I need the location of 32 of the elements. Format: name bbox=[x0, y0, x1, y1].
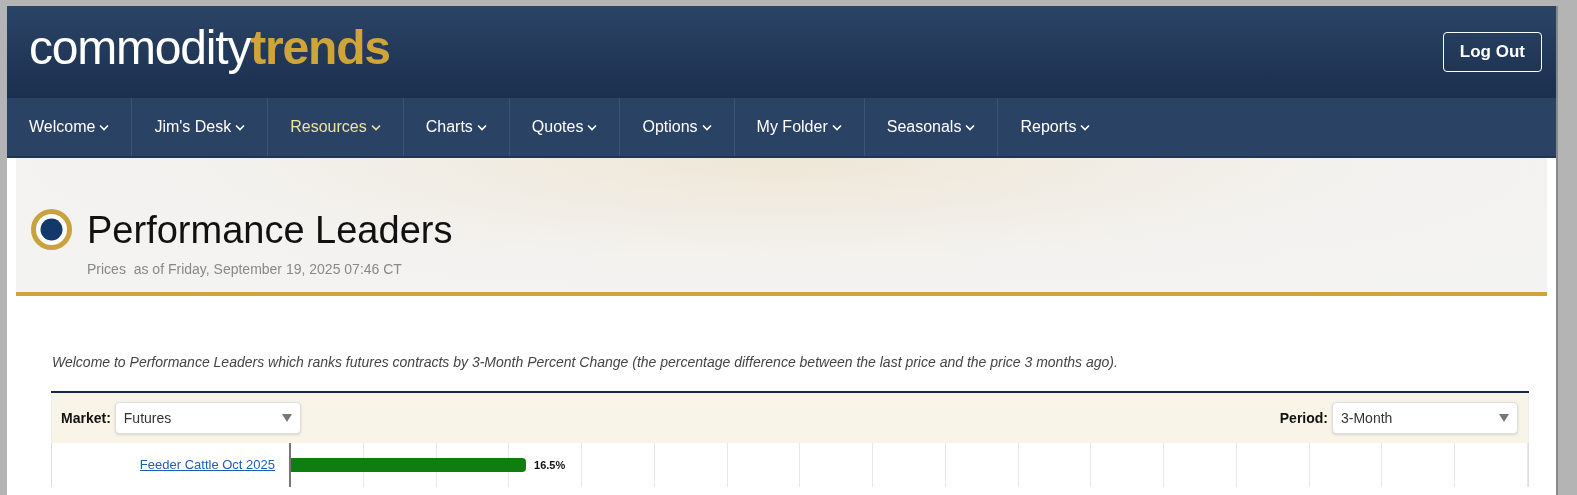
filter-label: Period: bbox=[1279, 408, 1328, 428]
page-subtitle: Prices as of Friday, September 19, 2025 07:46 CT bbox=[87, 260, 403, 279]
nav-item[interactable]: Welcome bbox=[7, 98, 132, 156]
nav-item[interactable]: Resources bbox=[267, 98, 403, 156]
nav-item[interactable]: Seasonals bbox=[863, 98, 998, 156]
filter-label: Market: bbox=[61, 408, 111, 428]
chevron-down-icon bbox=[370, 123, 381, 131]
percent-value: 16.5% bbox=[534, 457, 566, 473]
intro-text: Welcome to Performance Leaders which ranks futures contracts by 3-Month Percent Change (the percentage difference between the last price and the price 3 months ago). bbox=[52, 353, 1119, 372]
chevron-down-icon bbox=[235, 123, 246, 131]
nav-item[interactable]: Charts bbox=[402, 98, 509, 156]
nav-item[interactable]: Jim's Desk bbox=[131, 98, 268, 156]
nav-item[interactable]: Reports bbox=[997, 98, 1113, 156]
chevron-down-icon bbox=[587, 123, 598, 131]
chevron-down-icon bbox=[1080, 123, 1091, 131]
chevron-down-icon bbox=[99, 123, 110, 131]
dropdown[interactable]: Futures bbox=[114, 402, 301, 434]
dropdown-arrow-icon bbox=[1499, 414, 1509, 422]
nav-item[interactable]: My Folder bbox=[733, 98, 864, 156]
chevron-down-icon bbox=[701, 123, 712, 131]
dropdown[interactable]: 3-Month bbox=[1332, 402, 1518, 434]
nav-item[interactable]: Options bbox=[619, 98, 734, 156]
page-title: Performance Leaders bbox=[87, 210, 453, 249]
chevron-down-icon bbox=[831, 123, 842, 131]
site-logo[interactable]: commoditytrends bbox=[29, 24, 390, 80]
dropdown-arrow-icon bbox=[281, 414, 292, 422]
chevron-down-icon bbox=[965, 123, 976, 131]
logout-button[interactable]: Log Out bbox=[1442, 32, 1542, 72]
chevron-down-icon bbox=[476, 123, 487, 131]
nav-item[interactable]: Quotes bbox=[508, 98, 620, 156]
contract-link[interactable]: Feeder Cattle Oct 2025 bbox=[139, 455, 275, 475]
target-icon bbox=[30, 208, 73, 251]
